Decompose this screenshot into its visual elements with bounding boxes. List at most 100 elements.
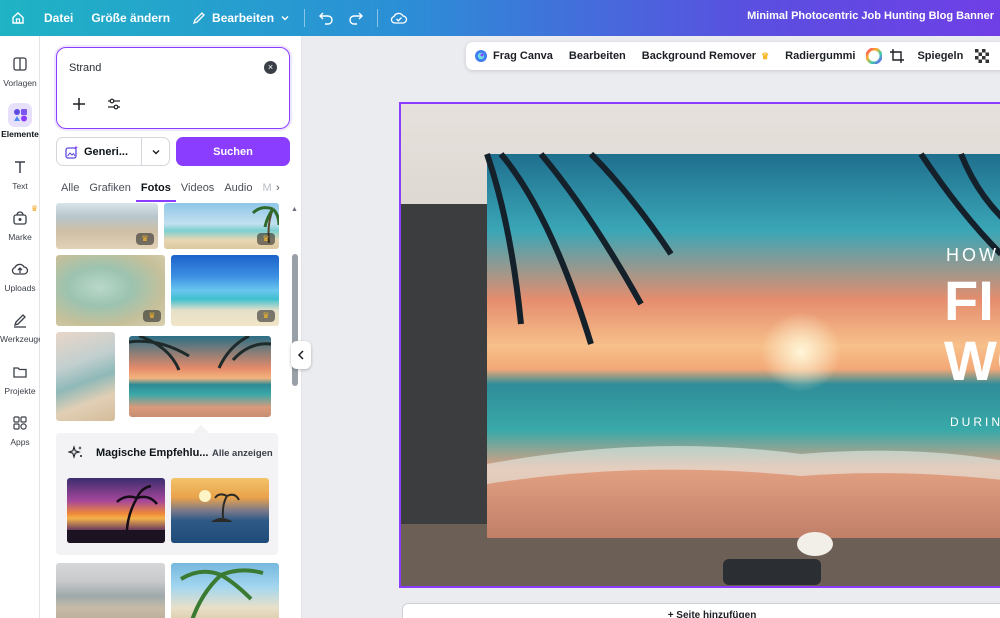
search-box[interactable]: Strand × xyxy=(56,47,290,129)
elements-panel: Strand × Generi... Suchen Alle Grafiken … xyxy=(40,36,302,618)
sparkle-icon xyxy=(68,445,82,459)
plus-icon[interactable] xyxy=(71,96,87,112)
crown-icon: ♛ xyxy=(761,50,770,61)
magic-title: Magische Empfehlu... xyxy=(96,447,209,459)
rail-label: Vorlagen xyxy=(3,78,37,88)
text-icon xyxy=(15,161,25,173)
photo-thumbnail[interactable]: ♛ xyxy=(164,203,279,249)
apps-icon xyxy=(13,416,27,430)
canvas-text-how[interactable]: HOW xyxy=(946,245,999,266)
background-remover-label: Background Remover xyxy=(641,50,757,62)
crown-icon: ♛ xyxy=(136,233,154,245)
rail-item-apps[interactable]: Apps xyxy=(0,407,40,453)
rail-item-marke[interactable]: ♛ Marke xyxy=(0,202,40,248)
generate-label: Generi... xyxy=(84,145,129,158)
brand-icon xyxy=(13,211,27,225)
file-menu[interactable]: Datei xyxy=(36,11,81,25)
left-rail: Vorlagen Elemente Text ♛ Marke Uploads W… xyxy=(0,36,43,618)
transparency-button[interactable] xyxy=(971,42,993,70)
rail-item-projekte[interactable]: Projekte xyxy=(0,356,40,402)
add-page-button[interactable]: + Seite hinzufügen xyxy=(402,603,1000,618)
tab-alle[interactable]: Alle xyxy=(56,176,84,202)
rail-label: Apps xyxy=(10,437,30,447)
tab-more[interactable]: M xyxy=(257,176,276,202)
rail-item-elemente[interactable]: Elemente xyxy=(0,99,40,145)
chevron-right-icon[interactable]: › xyxy=(276,182,280,194)
show-all-link[interactable]: Alle anzeigen xyxy=(212,448,273,459)
template-icon xyxy=(13,57,27,71)
canvas-text-headline-1[interactable]: FI xyxy=(944,273,994,329)
cloud-save-button[interactable] xyxy=(384,3,414,33)
top-bar: Datei Größe ändern Bearbeiten Minimal Ph… xyxy=(0,0,1000,36)
tab-audio[interactable]: Audio xyxy=(219,176,257,202)
scroll-up-icon[interactable]: ▲ xyxy=(291,206,298,213)
undo-icon xyxy=(319,12,333,25)
canvas-text-during[interactable]: DURIN xyxy=(950,415,1000,429)
crown-icon: ♛ xyxy=(143,310,161,322)
photo-thumbnail[interactable] xyxy=(67,478,165,543)
upload-icon xyxy=(11,263,29,275)
rail-item-uploads[interactable]: Uploads xyxy=(0,253,40,299)
elements-icon xyxy=(14,109,27,122)
island-icon xyxy=(199,490,240,522)
crop-button[interactable] xyxy=(885,42,909,70)
photo-thumbnail[interactable]: ♛ xyxy=(171,255,279,326)
ask-canva-button[interactable]: Frag Canva xyxy=(466,42,561,70)
generate-button[interactable]: Generi... xyxy=(56,137,170,166)
rail-label: Uploads xyxy=(4,283,36,293)
crown-icon: ♛ xyxy=(257,233,275,245)
generate-dropdown[interactable] xyxy=(142,147,169,157)
cloud-check-icon xyxy=(390,12,408,24)
more-tools-button[interactable]: A xyxy=(993,42,1000,70)
rail-item-vorlagen[interactable]: Vorlagen xyxy=(0,48,40,94)
photo-thumbnail[interactable] xyxy=(129,336,271,417)
crown-icon: ♛ xyxy=(257,310,275,322)
transparency-icon xyxy=(975,49,990,63)
home-icon xyxy=(12,12,24,24)
palm-silhouette-icon xyxy=(67,484,165,543)
chevron-down-icon xyxy=(152,149,159,154)
undo-button[interactable] xyxy=(311,3,341,33)
photo-thumbnail[interactable] xyxy=(56,332,115,421)
tab-videos[interactable]: Videos xyxy=(176,176,219,202)
canvas-text-headline-2[interactable]: WO xyxy=(944,333,1000,389)
tab-grafiken[interactable]: Grafiken xyxy=(84,176,136,202)
rail-item-text[interactable]: Text xyxy=(0,151,40,197)
collapse-panel-button[interactable] xyxy=(291,341,311,369)
search-button[interactable]: Suchen xyxy=(176,137,290,166)
rail-label: Marke xyxy=(8,232,32,242)
background-remover-button[interactable]: Background Remover ♛ xyxy=(634,42,777,70)
rail-item-werkzeuge[interactable]: Werkzeuge xyxy=(0,304,43,350)
filter-icon[interactable] xyxy=(107,97,121,111)
resize-menu[interactable]: Größe ändern xyxy=(83,11,178,25)
photo-thumbnail[interactable] xyxy=(171,563,279,618)
document-title[interactable]: Minimal Photocentric Job Hunting Blog Ba… xyxy=(747,10,994,22)
rail-label: Text xyxy=(12,181,28,191)
mirror-button[interactable]: Spiegeln xyxy=(909,42,971,70)
color-wheel-icon xyxy=(866,48,883,64)
palm-icon xyxy=(179,568,264,618)
color-adjust-button[interactable] xyxy=(863,42,885,70)
photo-thumbnail[interactable]: ♛ xyxy=(56,255,165,326)
ask-canva-label: Frag Canva xyxy=(493,50,553,62)
crown-icon: ♛ xyxy=(30,204,38,213)
photo-thumbnail[interactable] xyxy=(56,563,165,618)
chevron-down-icon xyxy=(281,16,289,21)
redo-button[interactable] xyxy=(341,3,371,33)
edit-menu[interactable]: Bearbeiten xyxy=(184,11,298,25)
edit-image-button[interactable]: Bearbeiten xyxy=(561,42,634,70)
design-page[interactable]: HOW FI WO DURIN xyxy=(399,102,1000,588)
chevron-left-icon xyxy=(297,350,304,360)
media-tabs: Alle Grafiken Fotos Videos Audio M xyxy=(56,176,290,202)
search-input[interactable]: Strand xyxy=(69,62,101,74)
context-toolbar: Frag Canva Bearbeiten Background Remover… xyxy=(466,42,1000,70)
home-button[interactable] xyxy=(0,0,36,36)
eraser-button[interactable]: Radiergummi xyxy=(777,42,863,70)
background-photo xyxy=(401,104,1000,586)
folder-icon xyxy=(13,367,27,378)
clear-search-icon[interactable]: × xyxy=(264,61,277,74)
photo-thumbnail[interactable]: ♛ xyxy=(56,203,158,249)
photo-thumbnail[interactable] xyxy=(171,478,269,543)
canva-ai-icon xyxy=(475,50,487,62)
tab-fotos[interactable]: Fotos xyxy=(135,176,176,202)
